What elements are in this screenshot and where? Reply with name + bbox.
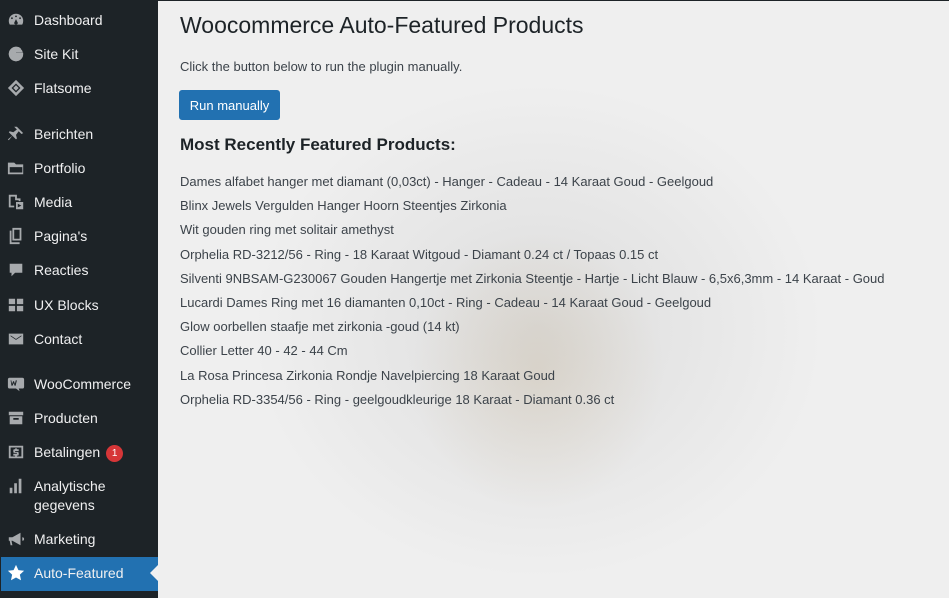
list-item: Wit gouden ring met solitair amethyst — [180, 222, 394, 238]
sidebar-item-analytische-gegevens[interactable]: Analytische gegevens — [1, 476, 158, 515]
sidebar-item-label: Producten — [34, 410, 98, 426]
dashboard-icon — [6, 10, 26, 30]
sidebar-item-label: Reacties — [34, 262, 89, 278]
folder-icon — [6, 158, 26, 178]
sidebar-item-label: UX Blocks — [34, 297, 99, 313]
media-icon — [6, 192, 26, 212]
sidebar-item-site-kit[interactable]: Site Kit — [1, 44, 158, 64]
pin-icon — [6, 124, 26, 144]
sidebar-item-label: Marketing — [34, 531, 96, 547]
sidebar-item-dashboard[interactable]: Dashboard — [1, 10, 158, 30]
list-item: Lucardi Dames Ring met 16 diamanten 0,10… — [180, 294, 712, 310]
sidebar-item-auto-featured[interactable]: Auto-Featured — [1, 557, 158, 591]
sidebar-item-berichten[interactable]: Berichten — [1, 124, 158, 144]
sidebar-item-label: Pagina's — [34, 228, 88, 244]
featured-products-list: Dames alfabet hanger met diamant (0,03ct… — [180, 173, 885, 415]
grid-icon — [6, 295, 26, 315]
woocommerce-icon — [6, 374, 26, 394]
sidebar-item-media[interactable]: Media — [1, 192, 158, 212]
sidebar-item-label: Flatsome — [34, 80, 92, 96]
list-item: La Rosa Princesa Zirkonia Rondje Navelpi… — [180, 367, 556, 383]
sidebar-item-producten[interactable]: Producten — [1, 408, 158, 428]
sidebar-item-label: Portfolio — [34, 160, 86, 176]
notification-badge: 1 — [106, 445, 124, 462]
admin-sidebar: Dashboard Site Kit Flatsome Berichten Po… — [1, 1, 158, 598]
section-title: Most Recently Featured Products: — [180, 135, 456, 154]
star-icon — [6, 563, 26, 583]
pages-icon — [6, 226, 26, 246]
sidebar-item-paginas[interactable]: Pagina's — [1, 226, 158, 246]
sidebar-item-label: Auto-Featured — [34, 565, 124, 581]
flatsome-icon — [6, 78, 26, 98]
archive-icon — [6, 408, 26, 428]
run-manually-button[interactable]: Run manually — [179, 90, 280, 120]
list-item: Silventi 9NBSAM-G230067 Gouden Hangertje… — [180, 270, 885, 286]
list-item: Orphelia RD-3212/56 - Ring - 18 Karaat W… — [180, 246, 659, 262]
sidebar-item-reacties[interactable]: Reacties — [1, 260, 158, 280]
sidebar-item-ux-blocks[interactable]: UX Blocks — [1, 295, 158, 315]
sidebar-item-marketing[interactable]: Marketing — [1, 529, 158, 549]
sidebar-item-flatsome[interactable]: Flatsome — [1, 78, 158, 98]
sidebar-item-label: Dashboard — [34, 12, 103, 28]
bar-chart-icon — [6, 476, 26, 496]
sidebar-item-label: Media — [34, 194, 73, 210]
list-item: Glow oorbellen staafje met zirkonia -gou… — [180, 319, 460, 335]
dollar-icon — [6, 442, 26, 462]
envelope-icon — [6, 329, 26, 349]
sidebar-item-betalingen[interactable]: Betalingen 1 — [1, 442, 158, 462]
list-item: Collier Letter 40 - 42 - 44 Cm — [180, 343, 348, 359]
page-title: Woocommerce Auto-Featured Products — [180, 12, 584, 38]
list-item: Orphelia RD-3354/56 - Ring - geelgoudkle… — [180, 391, 615, 407]
sidebar-item-label: Berichten — [34, 126, 94, 142]
main-content: Woocommerce Auto-Featured Products Click… — [158, 1, 949, 598]
intro-text: Click the button below to run the plugin… — [180, 59, 463, 74]
sidebar-item-label: WooCommerce — [34, 376, 131, 392]
sidebar-item-label: Contact — [34, 331, 83, 347]
megaphone-icon — [6, 529, 26, 549]
google-g-icon — [6, 44, 26, 64]
list-item: Dames alfabet hanger met diamant (0,03ct… — [180, 174, 714, 189]
list-item: Blinx Jewels Vergulden Hanger Hoorn Stee… — [180, 198, 507, 214]
sidebar-item-label: Analytische gegevens — [34, 478, 106, 513]
sidebar-item-label: Betalingen — [34, 444, 101, 460]
sidebar-item-portfolio[interactable]: Portfolio — [1, 158, 158, 178]
comment-icon — [6, 260, 26, 280]
sidebar-item-contact[interactable]: Contact — [1, 329, 158, 349]
sidebar-item-label: Site Kit — [34, 46, 79, 62]
sidebar-item-woocommerce[interactable]: WooCommerce — [1, 374, 158, 394]
